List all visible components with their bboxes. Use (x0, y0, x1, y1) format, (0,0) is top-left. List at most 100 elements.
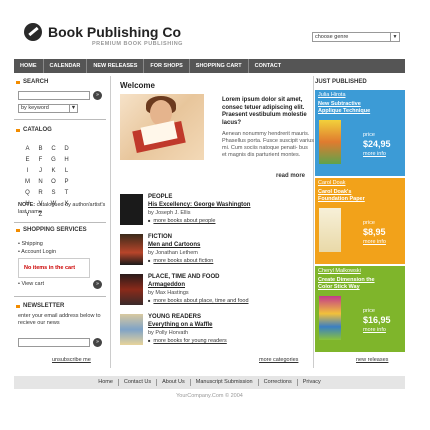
more-info-link[interactable]: more info (363, 239, 386, 245)
footer-manuscript-link[interactable]: Manuscript Submission (191, 379, 259, 386)
footer-contact-link[interactable]: Contact Us (119, 379, 158, 386)
category-row: PLACE, TIME AND FOOD Armageddon by Max H… (116, 271, 314, 309)
more-books-link[interactable]: more books about fiction (148, 258, 213, 264)
catalog-letter[interactable]: D (60, 144, 73, 155)
newsletter-go-button[interactable]: » (93, 338, 102, 347)
search-input[interactable] (18, 91, 90, 100)
main-content: Welcome Lorem ipsum dolor sit amet, cons… (116, 76, 314, 368)
more-books-link[interactable]: more books about place, time and food (148, 298, 248, 304)
catalog-letter[interactable]: R (34, 188, 47, 199)
catalog-letter[interactable]: Q (21, 188, 34, 199)
divider (14, 222, 106, 223)
catalog-letter[interactable]: H (60, 155, 73, 166)
featured-author[interactable]: Cheryl Malkowski (318, 268, 361, 274)
price-label: price (363, 132, 375, 138)
more-books-link[interactable]: more books for young readers (148, 338, 226, 344)
catalog-letter[interactable]: C (47, 144, 60, 155)
view-cart-go-button[interactable]: » (93, 280, 102, 289)
site-title[interactable]: Book Publishing Co (48, 24, 181, 40)
search-by-select[interactable]: by keyword ▼ (18, 104, 78, 113)
welcome-lead: Lorem ipsum dolor sit amet, consec tetue… (222, 97, 307, 126)
catalog-letter[interactable]: E (21, 155, 34, 166)
more-info-link[interactable]: more info (363, 151, 386, 157)
more-books-link[interactable]: more books about people (148, 218, 215, 224)
new-releases-link[interactable]: new releases (356, 357, 388, 363)
catalog-letter[interactable]: J (34, 166, 47, 177)
featured-title[interactable]: Create Dimension the Color Stick Way (318, 277, 380, 291)
nav-for-shops[interactable]: FOR SHOPS (144, 59, 190, 73)
category-row: PEOPLE His Excellency: George Washington… (116, 191, 314, 229)
category-title: YOUNG READERS (148, 314, 202, 320)
newsletter-email-input[interactable] (18, 338, 90, 347)
search-title: SEARCH (14, 78, 48, 87)
catalog-letter[interactable]: K (47, 166, 60, 177)
main-nav: HOME CALENDAR NEW RELEASES FOR SHOPS SHO… (14, 59, 405, 73)
search-go-button[interactable]: » (93, 91, 102, 100)
nav-contact[interactable]: CONTACT (249, 59, 287, 73)
book-author: by Max Hastings (148, 290, 189, 296)
catalog-letter[interactable]: P (60, 177, 73, 188)
book-title-link[interactable]: Men and Cartoons (148, 242, 200, 248)
featured-author[interactable]: Carol Doak (318, 180, 346, 186)
catalog-letter[interactable]: A (21, 144, 34, 155)
footer-about-link[interactable]: About Us (157, 379, 191, 386)
catalog-letter[interactable]: T (60, 188, 73, 199)
featured-title[interactable]: Carol Doak's Foundation Paper (318, 189, 380, 203)
header: Book Publishing Co PREMIUM BOOK PUBLISHI… (14, 16, 405, 54)
shipping-link[interactable]: • Shipping (18, 240, 56, 248)
welcome-image (120, 94, 204, 160)
search-by-value: by keyword (21, 105, 49, 111)
divider (110, 76, 111, 368)
book-title-link[interactable]: Armageddon (148, 282, 185, 288)
book-title-link[interactable]: Everything on a Waffle (148, 322, 212, 328)
catalog-letter[interactable]: L (60, 166, 73, 177)
price-value: $16,95 (363, 315, 391, 325)
book-cover[interactable] (319, 296, 341, 340)
catalog-letter[interactable]: S (47, 188, 60, 199)
read-more-link[interactable]: read more (276, 173, 305, 179)
newsletter-title: NEWSLETTER (14, 302, 64, 311)
featured-title[interactable]: New Subtractive Applique Technique (318, 101, 380, 115)
more-info-link[interactable]: more info (363, 327, 386, 333)
price-value: $8,95 (363, 227, 386, 237)
footer-privacy-link[interactable]: Privacy (298, 379, 326, 386)
catalog-letter[interactable]: I (21, 166, 34, 177)
book-cover[interactable] (120, 274, 143, 305)
view-cart-link[interactable]: • View cart (18, 281, 44, 287)
catalog-letter[interactable]: O (47, 177, 60, 188)
book-cover[interactable] (120, 314, 143, 345)
catalog-letter[interactable]: M (21, 177, 34, 188)
divider (14, 296, 106, 297)
catalog-letter[interactable]: F (34, 155, 47, 166)
category-row: FICTION Men and Cartoons by Jonathan Let… (116, 231, 314, 269)
price-label: price (363, 220, 375, 226)
catalog-letter[interactable]: N (34, 177, 47, 188)
book-title-link[interactable]: His Excellency: George Washington (148, 202, 250, 208)
welcome-title: Welcome (120, 81, 155, 90)
chevron-down-icon: ▼ (69, 105, 77, 112)
book-cover[interactable] (120, 234, 143, 265)
book-cover[interactable] (319, 120, 341, 164)
book-cover[interactable] (319, 208, 341, 252)
unsubscribe-link[interactable]: unsubscribe me (52, 357, 91, 363)
featured-author[interactable]: Julia Hirota (318, 92, 346, 98)
nav-home[interactable]: HOME (14, 59, 44, 73)
newsletter-text: enter your email address below to reciev… (18, 313, 101, 326)
featured-book: Julia Hirota New Subtractive Applique Te… (315, 90, 405, 176)
logo-icon[interactable] (24, 23, 42, 41)
footer-corrections-link[interactable]: Corrections (259, 379, 298, 386)
genre-select[interactable]: choose genre ▼ (312, 32, 400, 42)
more-categories-link[interactable]: more categories (259, 357, 298, 363)
footer-home-link[interactable]: Home (93, 379, 119, 386)
catalog-letter[interactable]: B (34, 144, 47, 155)
welcome-text: Aenean nonummy hendrerit mauris. Phasell… (222, 131, 315, 158)
nav-new-releases[interactable]: NEW RELEASES (87, 59, 145, 73)
nav-shopping-cart[interactable]: SHOPPING CART (190, 59, 249, 73)
account-login-link[interactable]: • Account Login (18, 248, 56, 256)
featured-book: Carol Doak Carol Doak's Foundation Paper… (315, 178, 405, 264)
category-title: PEOPLE (148, 194, 173, 200)
catalog-letter[interactable]: G (47, 155, 60, 166)
nav-calendar[interactable]: CALENDAR (44, 59, 88, 73)
book-cover[interactable] (120, 194, 143, 225)
price-value: $24,95 (363, 139, 391, 149)
